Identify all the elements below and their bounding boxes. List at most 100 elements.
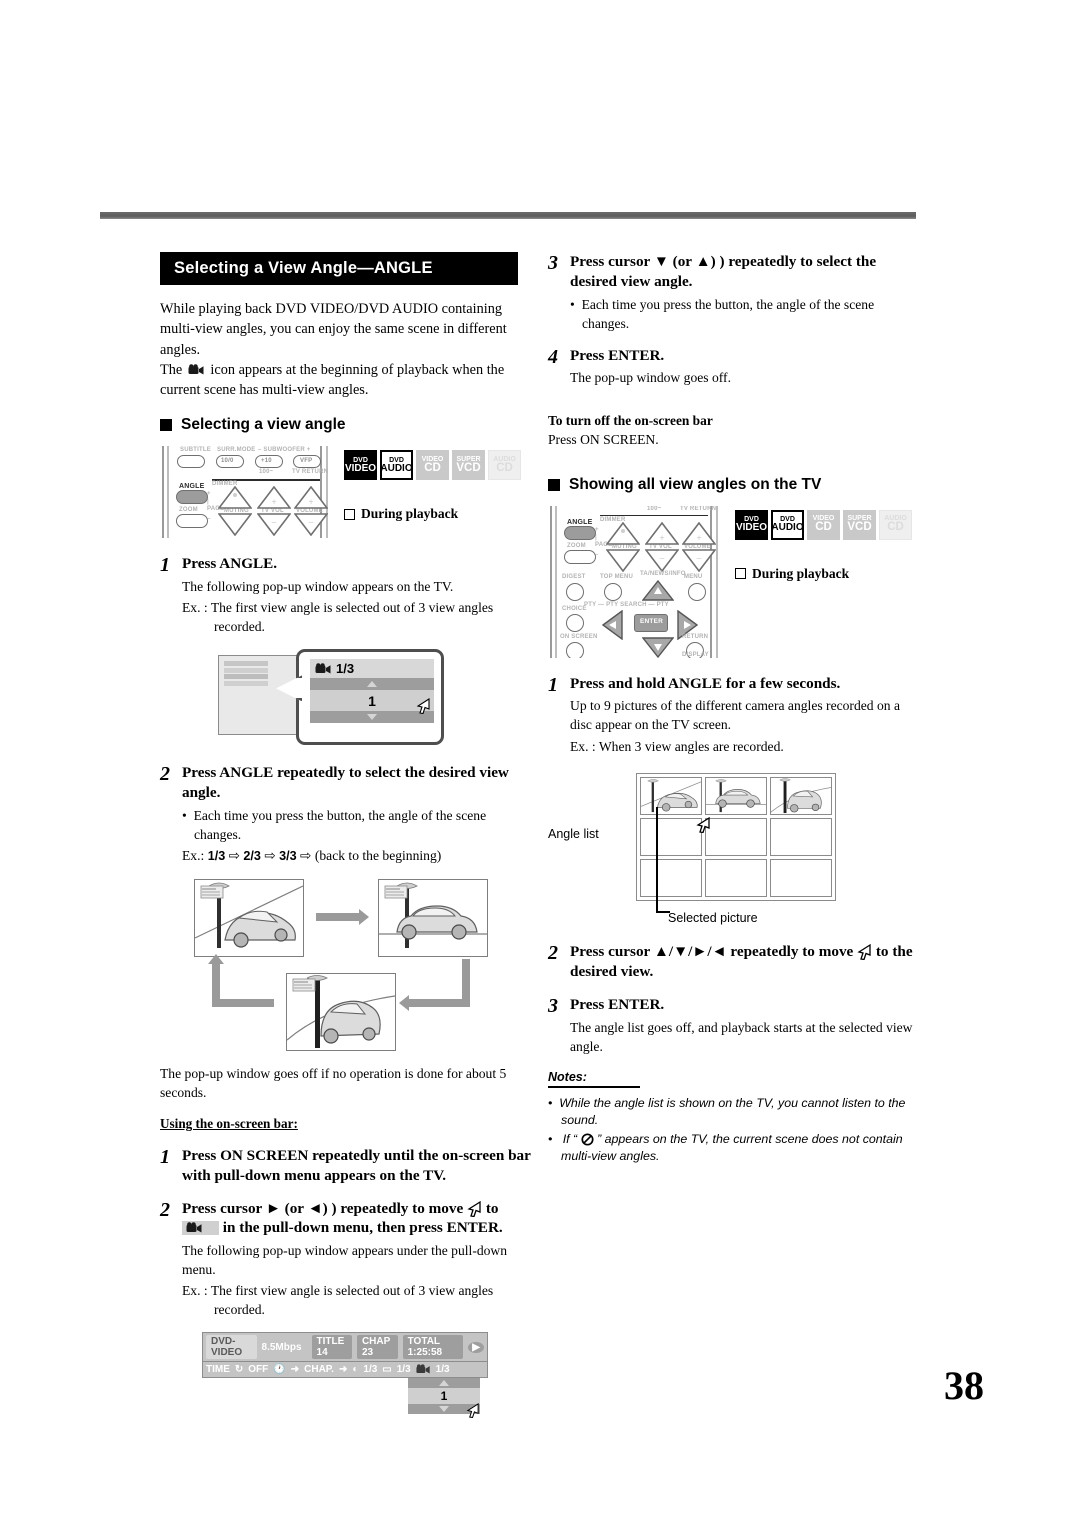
angle-list-label: Angle list [548, 827, 599, 842]
remote1-label-10-0: 10/0 [221, 458, 234, 465]
remote2-label-enter: ENTER [640, 617, 664, 625]
remote2-choice-button[interactable] [566, 613, 584, 632]
cursor-right-icon: ► [265, 1199, 281, 1217]
cursor-pointer-icon [857, 944, 872, 961]
black-square-bullet-icon [548, 478, 560, 491]
remote-illustration-2: 100~ TV RETURN ANGLE ZOOM DIMMER PAGE + … [548, 505, 723, 658]
repeat-icon: ↻ [234, 1364, 244, 1376]
manual-page: Selecting a View Angle—ANGLE While playi… [0, 0, 1080, 1529]
svg-text:–: – [696, 553, 702, 563]
play-icon: ▶ [468, 1341, 484, 1353]
popup-title-row: 1/3 [310, 659, 434, 679]
clock-icon: 🕐 [273, 1364, 286, 1376]
angle-seq-2: 2/3 [243, 848, 261, 863]
osb-chap-label: CHAP. [304, 1364, 334, 1376]
checkbox-icon [344, 508, 355, 520]
remote2-label-display: DISPLAY [682, 651, 709, 658]
angle-cell-7[interactable] [640, 859, 702, 898]
remote2-label-tanewsinfo: TA/NEWS/INFO [640, 570, 686, 577]
remote2-onscreen-button[interactable] [566, 641, 584, 658]
turn-off-body: Press ON SCREEN. [548, 432, 659, 448]
badge-dvd-audio: DVD AUDIO [380, 450, 413, 481]
remote1-label-subwoofer: – SUBWOOFER + [258, 447, 311, 454]
remote1-zoom-button[interactable] [176, 514, 208, 529]
remote2-topmenu-button[interactable] [604, 582, 622, 601]
right-angle-list-step-2: 2 Press cursor ▲/▼/►/◄ repeatedly to mov… [548, 942, 920, 982]
leader-line-vertical [656, 807, 658, 914]
step-number: 2 [548, 942, 558, 965]
remote2-label-tvreturn: TV RETURN [680, 505, 717, 512]
arrow-right-icon: ⇨ [300, 847, 312, 863]
badge-audio-cd: AUDIO CD [879, 509, 912, 540]
no-angle-prohibited-icon [581, 1133, 594, 1146]
remote2-zoom-button[interactable] [564, 549, 596, 564]
subtitle-icon: ▭ [382, 1364, 392, 1376]
angle-cell-3[interactable] [770, 777, 832, 816]
angle-cell-4[interactable] [640, 818, 702, 857]
on-screen-bar-row-1: DVD-VIDEO 8.5Mbps TITLE 14 CHAP 23 TOTAL… [202, 1332, 488, 1363]
left-step-2: 2 Press ANGLE repeatedly to select the d… [160, 763, 532, 865]
angle-cell-8[interactable] [705, 859, 767, 898]
cycle-arrow-left [399, 994, 470, 1011]
turn-off-onscreen-bar-block: To turn off the on-screen bar Press ON S… [548, 413, 920, 449]
cursor-pointer-icon [466, 1402, 479, 1418]
remote2-menu-button[interactable] [688, 582, 706, 601]
mini-popup [224, 661, 268, 687]
remote1-label-100: 100~ [259, 469, 274, 476]
angle-cell-5[interactable] [705, 818, 767, 857]
step-number: 3 [548, 252, 558, 274]
remote2-angle-button[interactable] [564, 525, 596, 540]
step-example: Ex. : The first view angle is selected o… [182, 1283, 494, 1318]
step-number: 4 [548, 345, 558, 368]
popup-up-arrow[interactable] [310, 678, 434, 691]
osb-time-label: TIME [206, 1364, 230, 1376]
step-number: 2 [160, 763, 170, 786]
dropdown-down-arrow[interactable] [408, 1402, 480, 1418]
remote1-angle-button[interactable] [176, 490, 208, 505]
angle-seq-3: 3/3 [279, 848, 297, 863]
note-item: While the angle list is shown on the TV,… [548, 1095, 920, 1129]
remote2-label-choice: CHOICE [562, 605, 587, 612]
angle-cell-9[interactable] [770, 859, 832, 898]
car-view-2 [378, 878, 488, 957]
step-number: 3 [548, 994, 558, 1017]
svg-text:+: + [308, 497, 313, 507]
popup-illustration: 1/3 1 [218, 649, 532, 749]
remote2-up-triangle-2: + [645, 521, 679, 545]
remote2-down-triangle-3: – [682, 548, 716, 572]
badge-audio-cd: AUDIO CD [488, 450, 521, 481]
left-column: Selecting a View Angle—ANGLE While playi… [160, 252, 532, 1418]
popup-timeout-note: The pop-up window goes off if no operati… [160, 1065, 507, 1100]
step-sub: The following pop-up window appears on t… [182, 579, 454, 595]
section-title: Selecting a View Angle—ANGLE [160, 252, 518, 285]
angle-list-illustration: Angle list Selected picture [548, 769, 888, 934]
remote2-cursor-left-button [602, 609, 623, 640]
step-number: 2 [160, 1198, 170, 1221]
step-bullet: Each time you press the button, the angl… [182, 806, 532, 844]
step-title: Press ANGLE. [182, 555, 278, 573]
angle-cell-2[interactable] [705, 777, 767, 816]
intro-line2-pre: The [160, 361, 183, 378]
cursor-directions-icon: ▲/▼/►/◄ [653, 943, 727, 961]
example-suffix: (back to the beginning) [314, 847, 442, 863]
remote1-label-angle: ANGLE [179, 483, 205, 491]
turn-off-heading: To turn off the on-screen bar [548, 413, 713, 429]
dropdown-up-arrow[interactable] [408, 1378, 480, 1389]
remote2-digest-button[interactable] [566, 582, 584, 601]
remote1-down-triangle-3: – [294, 513, 328, 537]
angle-cell-1[interactable] [640, 777, 702, 816]
step-title: Press cursor ► (or ◄) ) repeatedly to mo… [182, 1199, 503, 1237]
angle-cell-6[interactable] [770, 818, 832, 857]
angle-menu-chip [182, 1221, 219, 1236]
note-item: If “ ” appears on the TV, the current sc… [548, 1131, 920, 1165]
remote2-label-100: 100~ [647, 505, 662, 512]
remote2-down-triangle-1 [606, 548, 640, 572]
cycle-arrow-left-seg [212, 998, 274, 1007]
osb-chapter-chip: CHAP 23 [356, 1335, 398, 1360]
on-screen-bar-row-2: TIME ↻ OFF 🕐 ➜ CHAP. ➜ ◐ 1/3 ▭ 1/3 1/3 [202, 1362, 488, 1379]
camera-angle-icon [315, 663, 331, 674]
left-onscreen-step-1: 1 Press ON SCREEN repeatedly until the o… [160, 1146, 532, 1186]
remote1-subtitle-button[interactable] [177, 455, 205, 469]
camera-angle-icon [188, 364, 205, 376]
subhead-showing-all-view-angles: Showing all view angles on the TV [548, 476, 920, 494]
